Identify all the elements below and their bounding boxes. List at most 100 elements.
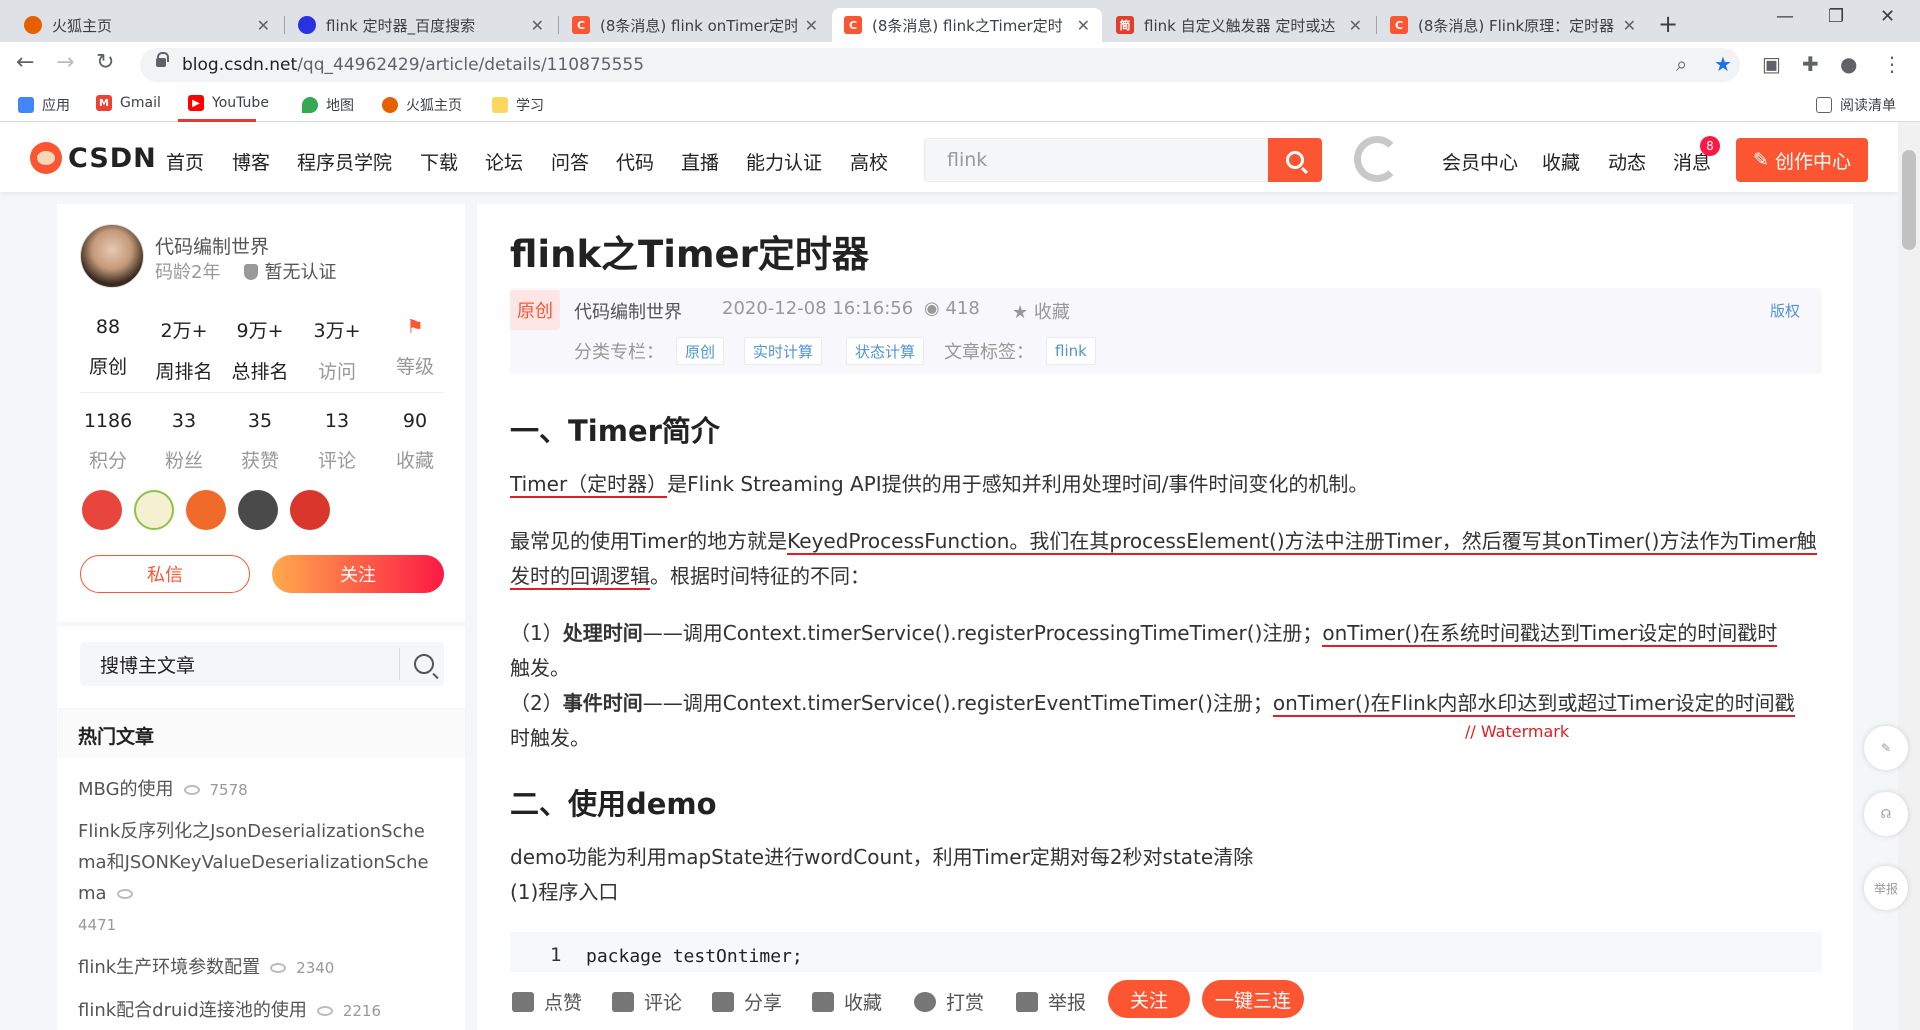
search-icon[interactable] bbox=[414, 654, 434, 674]
medal-pencil-icon[interactable] bbox=[134, 490, 174, 530]
close-icon[interactable]: ✕ bbox=[531, 16, 544, 35]
level-icon: ⚑ bbox=[406, 316, 424, 338]
scrollbar-thumb[interactable] bbox=[1902, 150, 1916, 250]
share-button[interactable]: 分享 bbox=[712, 988, 782, 1015]
avatar[interactable] bbox=[80, 224, 144, 288]
follow-author-button[interactable]: 关注 bbox=[272, 555, 444, 593]
nav-qa[interactable]: 问答 bbox=[551, 148, 589, 175]
stat-fans[interactable]: 33 粉丝 bbox=[149, 410, 219, 473]
hot-article-item[interactable]: Flink反序列化之JsonDeserializationSchema和JSON… bbox=[78, 816, 438, 941]
author-name[interactable]: 代码编制世界 bbox=[155, 232, 269, 259]
reward-button[interactable]: 打赏 bbox=[914, 988, 984, 1015]
close-icon[interactable]: ✕ bbox=[1349, 16, 1362, 35]
collect-button[interactable]: 收藏 bbox=[812, 988, 882, 1015]
minimize-icon[interactable]: — bbox=[1776, 6, 1794, 27]
puzzle-icon[interactable]: ✚ bbox=[1802, 52, 1819, 76]
tab-csdn-active[interactable]: C (8条消息) flink之Timer定时 ✕ bbox=[832, 8, 1102, 42]
category-tag[interactable]: 原创 bbox=[676, 337, 725, 365]
csdn-c-icon[interactable] bbox=[1354, 136, 1400, 182]
close-icon[interactable]: ✕ bbox=[805, 16, 818, 35]
category-tag[interactable]: 实时计算 bbox=[744, 337, 823, 365]
private-message-button[interactable]: 私信 bbox=[80, 555, 250, 593]
forward-icon[interactable]: → bbox=[56, 50, 74, 75]
tab-csdn-3[interactable]: C (8条消息) Flink原理：定时器 ✕ bbox=[1378, 8, 1648, 42]
hot-article-item[interactable]: flink配合druid连接池的使用 2216 bbox=[78, 995, 438, 1027]
back-icon[interactable]: ← bbox=[16, 50, 34, 75]
new-tab-button[interactable]: + bbox=[1658, 10, 1678, 38]
tab-csdn-1[interactable]: C (8条消息) flink onTimer定时 ✕ bbox=[560, 8, 830, 42]
baidu-icon bbox=[298, 16, 316, 34]
comment-button[interactable]: 评论 bbox=[612, 988, 682, 1015]
collect-link[interactable]: ★ 收藏 bbox=[1012, 298, 1070, 324]
menu-icon[interactable]: ⋮ bbox=[1882, 52, 1902, 76]
close-icon[interactable]: ✕ bbox=[1077, 16, 1090, 35]
copyright-link[interactable]: 版权 bbox=[1770, 300, 1800, 321]
medal-2020-icon[interactable] bbox=[186, 490, 226, 530]
bookmark-maps[interactable]: 地图 bbox=[302, 95, 354, 115]
blog-search-input[interactable]: 搜博主文章 bbox=[80, 642, 444, 686]
firefox-icon bbox=[24, 16, 42, 34]
zoom-icon[interactable]: ⌕ bbox=[1676, 52, 1687, 76]
medal-pen-icon[interactable] bbox=[290, 490, 330, 530]
paragraph: demo功能为利用mapState进行wordCount，利用Timer定期对每… bbox=[510, 845, 1254, 869]
close-icon[interactable]: ✕ bbox=[257, 16, 270, 35]
close-window-icon[interactable]: ✕ bbox=[1880, 6, 1895, 27]
bookmark-apps[interactable]: 应用 bbox=[18, 95, 70, 115]
nav-academy[interactable]: 程序员学院 bbox=[297, 148, 392, 175]
medal-blog-icon[interactable] bbox=[238, 490, 278, 530]
nav-cert[interactable]: 能力认证 bbox=[746, 148, 822, 175]
hot-article-item[interactable]: flink生产环境参数配置 2340 bbox=[78, 952, 438, 984]
article-tag[interactable]: flink bbox=[1046, 337, 1096, 365]
divider bbox=[80, 392, 444, 393]
nav-download[interactable]: 下载 bbox=[420, 148, 458, 175]
edit-icon[interactable]: ✎ bbox=[1864, 726, 1908, 770]
site-search-input[interactable]: flink bbox=[924, 138, 1270, 182]
csdn-icon: C bbox=[1390, 16, 1408, 34]
stat-visits[interactable]: 3万+ 访问 bbox=[302, 316, 372, 384]
address-bar[interactable]: blog.csdn.net/qq_44962429/article/detail… bbox=[140, 48, 1740, 82]
reload-icon[interactable]: ↻ bbox=[96, 50, 114, 75]
category-tag[interactable]: 状态计算 bbox=[846, 337, 925, 365]
headset-icon[interactable]: ☊ bbox=[1864, 792, 1908, 836]
nav-blog[interactable]: 博客 bbox=[232, 148, 270, 175]
bookmark-folder-study[interactable]: 学习 bbox=[492, 95, 544, 115]
nav-home[interactable]: 首页 bbox=[166, 148, 204, 175]
nav-code[interactable]: 代码 bbox=[616, 148, 654, 175]
nav-forum[interactable]: 论坛 bbox=[485, 148, 523, 175]
favorites-link[interactable]: 收藏 bbox=[1542, 148, 1580, 175]
tab-baidu[interactable]: flink 定时器_百度搜索 ✕ bbox=[286, 8, 556, 42]
search-button[interactable] bbox=[1268, 138, 1322, 182]
eye-icon: ◉ bbox=[924, 298, 946, 319]
hot-article-item[interactable]: MBG的使用 7578 bbox=[78, 774, 438, 806]
account-icon[interactable]: ● bbox=[1840, 52, 1857, 76]
bookmark-firefox[interactable]: 火狐主页 bbox=[382, 95, 462, 115]
article-author[interactable]: 代码编制世界 bbox=[574, 298, 682, 324]
report-float-button[interactable]: 举报 bbox=[1864, 866, 1908, 910]
youtube-icon: ▶ bbox=[188, 95, 204, 111]
maximize-icon[interactable]: ❐ bbox=[1828, 6, 1844, 27]
bookmark-gmail[interactable]: M Gmail bbox=[96, 95, 161, 111]
stat-total-rank[interactable]: 9万+ 总排名 bbox=[225, 316, 295, 384]
stat-original[interactable]: 88 原创 bbox=[73, 316, 143, 379]
tab-jianshu[interactable]: 简 flink 自定义触发器 定时或达 ✕ bbox=[1104, 8, 1374, 42]
tab-firefox-home[interactable]: 火狐主页 ✕ bbox=[12, 8, 282, 42]
csdn-logo[interactable]: CSDN bbox=[30, 142, 157, 174]
bookmark-youtube[interactable]: ▶ YouTube bbox=[188, 95, 269, 111]
create-center-button[interactable]: ✎ 创作中心 bbox=[1736, 138, 1868, 182]
stat-week-rank[interactable]: 2万+ 周排名 bbox=[149, 316, 219, 384]
reading-list[interactable]: 阅读清单 bbox=[1816, 95, 1896, 115]
activity-link[interactable]: 动态 bbox=[1608, 148, 1646, 175]
medal-monkey-icon[interactable] bbox=[82, 490, 122, 530]
extension-icon[interactable]: ▣ bbox=[1762, 52, 1781, 76]
nav-live[interactable]: 直播 bbox=[681, 148, 719, 175]
follow-button[interactable]: 关注 bbox=[1108, 980, 1190, 1018]
report-button[interactable]: 举报 bbox=[1016, 988, 1086, 1015]
nav-college[interactable]: 高校 bbox=[850, 148, 888, 175]
like-button[interactable]: 点赞 bbox=[512, 988, 582, 1015]
stat-level[interactable]: ⚑ 等级 bbox=[380, 316, 450, 379]
triple-action-button[interactable]: 一键三连 bbox=[1202, 980, 1304, 1018]
vip-center-link[interactable]: 会员中心 bbox=[1442, 148, 1518, 175]
star-icon[interactable]: ★ bbox=[1714, 52, 1732, 76]
close-icon[interactable]: ✕ bbox=[1623, 16, 1636, 35]
article-date: 2020-12-08 16:16:56 bbox=[722, 298, 914, 319]
